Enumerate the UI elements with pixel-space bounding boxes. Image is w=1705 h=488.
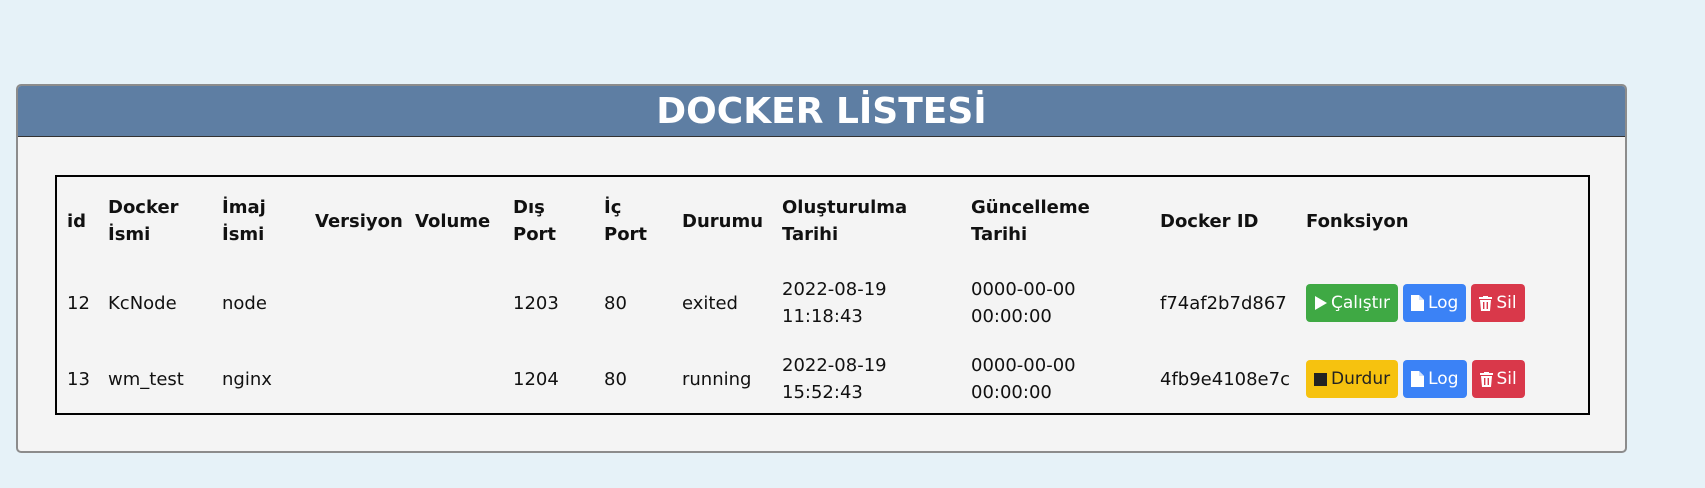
cell-updated: 0000-00-00 00:00:00: [971, 355, 1076, 403]
start-button-label: Çalıştır: [1331, 292, 1390, 313]
trash-icon: [1479, 371, 1493, 387]
cell-status: exited: [682, 292, 738, 314]
cell-int-port: 80: [604, 292, 627, 314]
play-icon: [1314, 296, 1327, 310]
stop-icon: [1314, 372, 1327, 386]
cell-image-name: nginx: [222, 368, 272, 390]
page-title: DOCKER LİSTESİ: [656, 90, 987, 132]
table-row: 12 KcNode node 1203 80 exited 2022-08-19…: [57, 265, 1588, 341]
cell-ext-port: 1204: [513, 368, 559, 390]
header-docker-name: Docker İsmi: [108, 197, 179, 245]
cell-image-name: node: [222, 292, 267, 314]
cell-id: 13: [67, 368, 90, 390]
cell-ext-port: 1203: [513, 292, 559, 314]
cell-int-port: 80: [604, 368, 627, 390]
panel-header: DOCKER LİSTESİ: [18, 86, 1625, 137]
cell-actions: Durdur Log Sil: [1296, 341, 1588, 417]
cell-created: 2022-08-19 11:18:43: [782, 279, 887, 327]
cell-id: 12: [67, 292, 90, 314]
docker-table-container: id Docker İsmi İmaj İsmi Versiyon Volume D…: [55, 175, 1590, 415]
header-status: Durumu: [682, 210, 764, 232]
header-updated: Güncelleme Tarihi: [971, 197, 1090, 245]
table-row: 13 wm_test nginx 1204 80 running 2022-08…: [57, 341, 1588, 417]
delete-button-label: Sil: [1496, 368, 1517, 389]
delete-button-label: Sil: [1496, 292, 1517, 313]
delete-button[interactable]: Sil: [1471, 284, 1525, 322]
cell-docker-name: wm_test: [108, 368, 184, 390]
stop-button[interactable]: Durdur: [1306, 360, 1399, 398]
docker-table: id Docker İsmi İmaj İsmi Versiyon Volume D…: [57, 177, 1588, 417]
log-button-label: Log: [1427, 292, 1459, 313]
header-version: Versiyon: [315, 210, 403, 232]
header-volume: Volume: [415, 210, 491, 232]
header-docker-id: Docker ID: [1160, 210, 1259, 232]
cell-volume: [405, 265, 503, 341]
cell-docker-id: 4fb9e4108e7c: [1160, 368, 1290, 390]
cell-version: [305, 341, 405, 417]
log-button-label: Log: [1428, 368, 1459, 389]
cell-docker-id: f74af2b7d867: [1160, 292, 1287, 314]
log-button[interactable]: Log: [1402, 284, 1467, 322]
docker-list-panel: DOCKER LİSTESİ id Docker İsmi İmaj İsmi Ve…: [16, 84, 1627, 453]
cell-actions: Çalıştır Log Sil: [1296, 265, 1588, 341]
header-image-name: İmaj İsmi: [222, 197, 266, 245]
cell-docker-name: KcNode: [108, 292, 177, 314]
header-int-port: İç Port: [604, 197, 648, 245]
cell-status: running: [682, 368, 752, 390]
table-header-row: id Docker İsmi İmaj İsmi Versiyon Volume D…: [57, 177, 1588, 265]
start-button[interactable]: Çalıştır: [1306, 284, 1398, 322]
trash-icon: [1479, 295, 1493, 311]
header-id: id: [67, 210, 87, 232]
cell-volume: [405, 341, 503, 417]
cell-updated: 0000-00-00 00:00:00: [971, 279, 1076, 327]
cell-created: 2022-08-19 15:52:43: [782, 355, 887, 403]
file-icon: [1411, 371, 1425, 387]
stop-button-label: Durdur: [1331, 368, 1391, 389]
header-ext-port: Dış Port: [513, 197, 557, 245]
log-button[interactable]: Log: [1403, 360, 1467, 398]
file-icon: [1410, 295, 1424, 311]
header-created: Oluşturulma Tarihi: [782, 197, 908, 245]
delete-button[interactable]: Sil: [1471, 360, 1525, 398]
cell-version: [305, 265, 405, 341]
header-function: Fonksiyon: [1306, 210, 1409, 232]
